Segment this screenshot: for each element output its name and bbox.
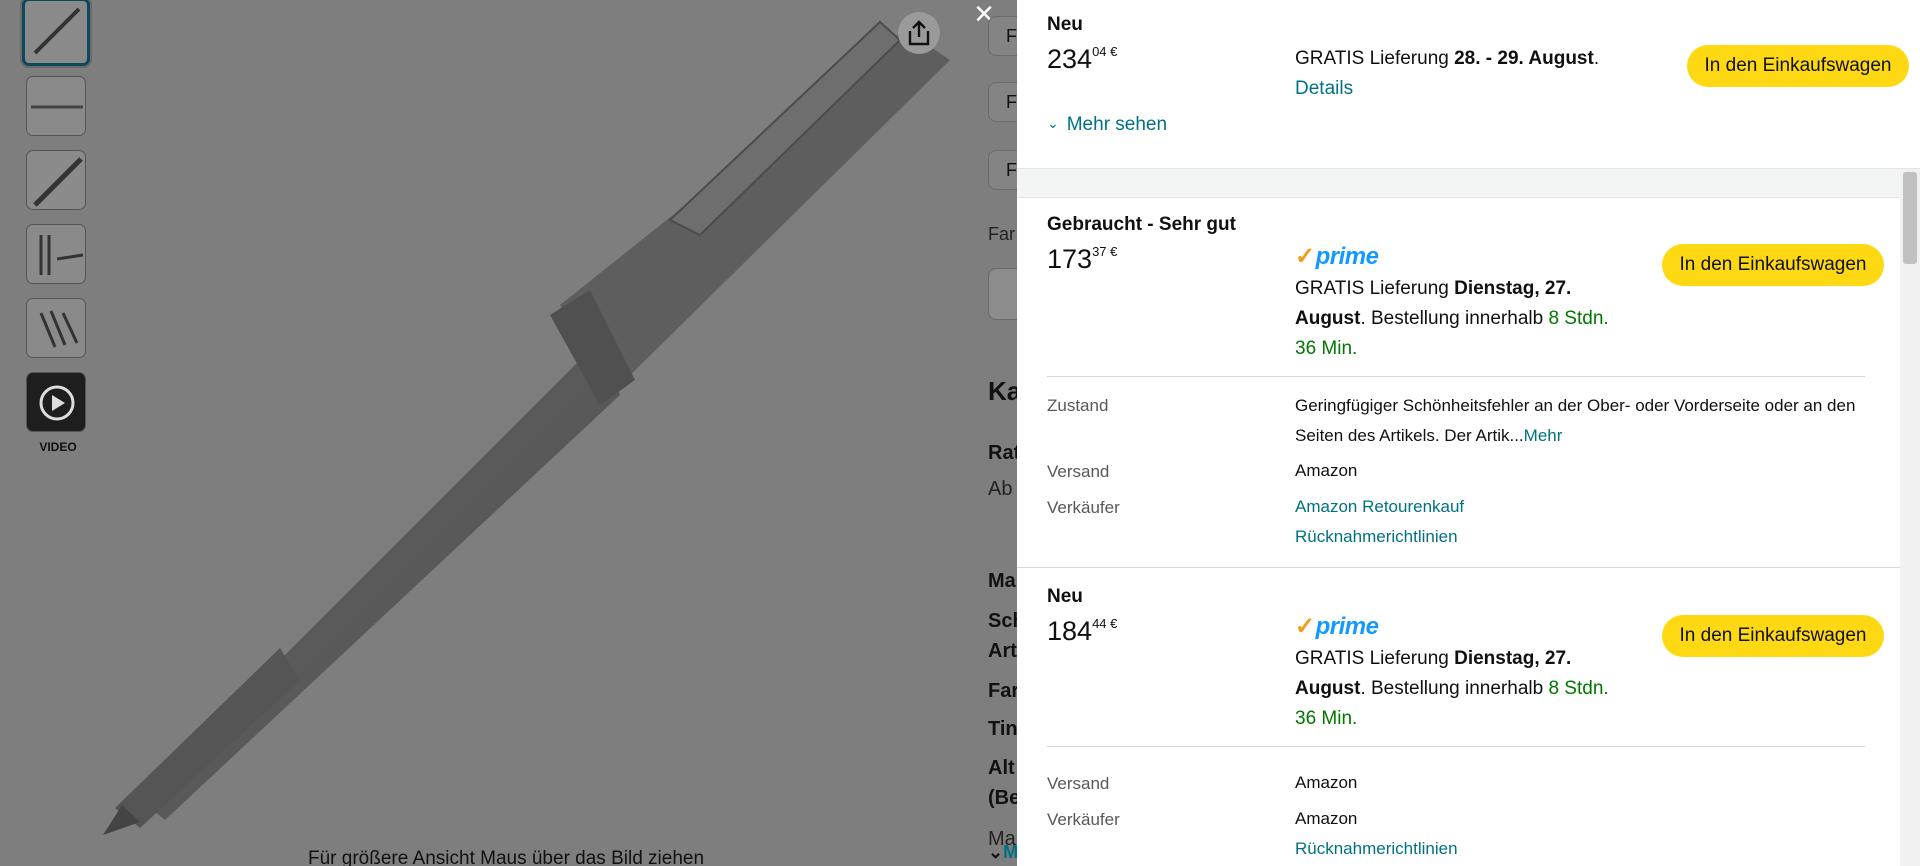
add-to-cart-button[interactable]: In den Einkaufswagen [1687,45,1909,87]
peek-label: Far [988,224,1015,244]
thumbnail-pen-parts[interactable] [26,224,86,284]
video-label: VIDEO [39,440,77,454]
offer-card: Neu 18444 € ✓prime GRATIS Lieferung Dien… [1047,586,1884,736]
shipping-label: Versand [1047,774,1110,793]
peek-option-box[interactable]: F [988,150,1017,190]
peek-label: Rat [988,442,1017,464]
offer-delivery: GRATIS Lieferung Dienstag, 27. August. B… [1295,648,1609,729]
peek-label: (Be [988,787,1017,809]
add-to-cart-button[interactable]: In den Einkaufswagen [1662,615,1884,657]
other-offers-panel: Neu 23404 € GRATIS Lieferung 28. - 29. A… [1017,0,1920,866]
scrollbar[interactable] [1900,170,1920,866]
thumbnail-pen-horizontal[interactable] [26,76,86,136]
scrollbar-thumb[interactable] [1903,172,1917,264]
details-link[interactable]: Details [1295,78,1353,99]
image-hover-hint: Für größere Ansicht Maus über das Bild z… [308,848,705,866]
returns-policy-link[interactable]: Rücknahmerichtlinien [1295,834,1865,864]
peek-swatch[interactable] [988,268,1017,320]
share-icon [908,20,930,46]
seller-label: Verkäufer [1047,810,1120,829]
offer-price: 18444 € [1047,616,1118,646]
play-icon [39,385,75,421]
offer-card: Neu 23404 € GRATIS Lieferung 28. - 29. A… [1047,14,1909,144]
peek-label: Sch [988,610,1017,632]
thumbnail-pen-nib[interactable] [26,150,86,210]
condition-label: Zustand [1047,396,1109,415]
peek-label: Far [988,680,1017,702]
thumbnail-pen-set[interactable] [26,298,86,358]
peek-option-box[interactable]: F [988,16,1017,56]
product-image[interactable] [0,0,1017,866]
product-details-peek: F F F Far Ka Rat Ab Ma Sch Art Far Tin A… [988,0,1017,866]
offer-condition: Neu [1047,14,1083,35]
seller-label: Verkäufer [1047,498,1120,517]
condition-description: Geringfügiger Schönheitsfehler an der Ob… [1295,396,1856,445]
peek-label: Alt [988,757,1015,779]
peek-heading: Ka [988,376,1017,406]
product-page-backdrop: VIDEO × Für größere Ansicht Maus über da… [0,0,1017,866]
condition-more-link[interactable]: Mehr [1524,426,1563,445]
divider [1017,567,1900,568]
section-separator [1017,168,1920,198]
chevron-down-icon: ⌄ [1047,115,1059,131]
seller-link[interactable]: Amazon Retourenkauf [1295,492,1865,522]
shipping-value: Amazon [1295,773,1358,792]
peek-option-box[interactable]: F [988,82,1017,122]
shipping-value: Amazon [1295,461,1358,480]
show-more-link[interactable]: ⌄ Mehr sehen [1047,114,1167,136]
prime-badge: ✓prime [1295,613,1379,640]
divider [1047,376,1865,377]
seller-value: Amazon [1295,809,1358,828]
fountain-pen-image [103,20,950,835]
offer-price: 17337 € [1047,244,1118,274]
peek-label: Tin [988,718,1017,740]
peek-more-link[interactable]: ⌄M [988,842,1017,863]
shipping-label: Versand [1047,462,1110,481]
offer-condition: Neu [1047,586,1083,607]
peek-label: Ma [988,570,1016,592]
check-icon: ✓ [1295,243,1315,270]
offer-delivery: GRATIS Lieferung Dienstag, 27. August. B… [1295,278,1609,359]
offer-price: 23404 € [1047,44,1118,74]
returns-policy-link[interactable]: Rücknahmerichtlinien [1295,522,1865,552]
divider [1047,746,1865,747]
add-to-cart-button[interactable]: In den Einkaufswagen [1662,244,1884,286]
peek-label: Art [988,640,1017,662]
prime-badge: ✓prime [1295,243,1379,270]
check-icon: ✓ [1295,613,1315,640]
thumbnail-pen-diagonal[interactable] [22,0,90,66]
share-button[interactable] [898,12,940,54]
peek-label: Ab [988,478,1013,500]
offer-delivery: GRATIS Lieferung 28. - 29. August. Detai… [1295,48,1600,99]
offer-condition: Gebraucht - Sehr gut [1047,214,1236,235]
thumbnail-video[interactable] [26,372,86,432]
chevron-down-icon: ⌄ [988,842,1004,862]
